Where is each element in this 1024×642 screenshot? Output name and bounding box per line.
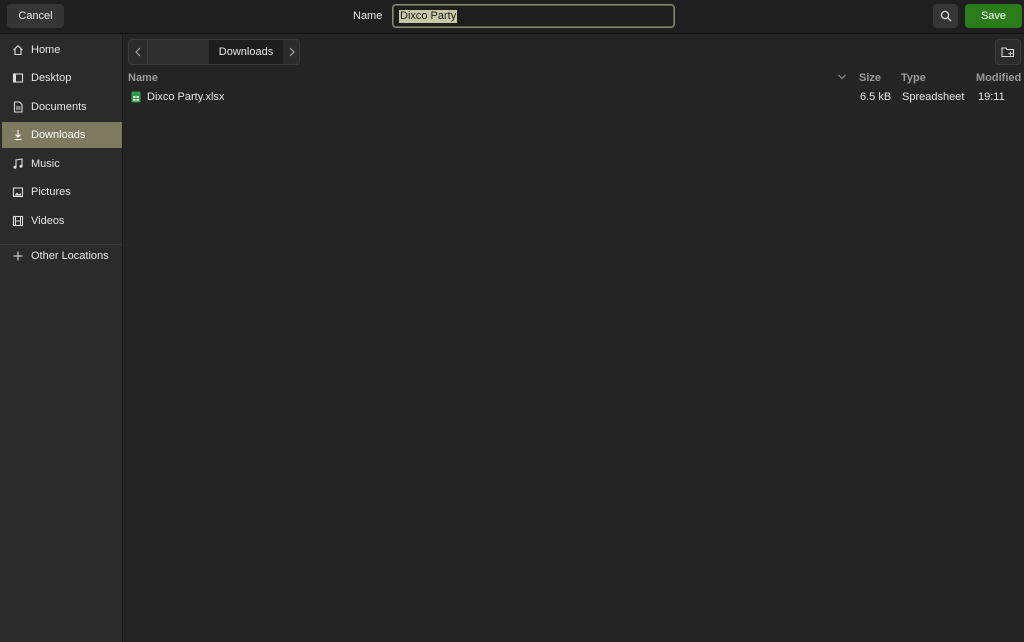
search-button[interactable] [933, 4, 958, 28]
file-size: 6.5 kB [860, 91, 892, 103]
sidebar-item-label: Desktop [31, 72, 72, 84]
sidebar-item-downloads[interactable]: Downloads [2, 122, 122, 148]
file-name: Dixco Party.xlsx [147, 91, 225, 103]
places-sidebar: Home Desktop Documents Downloads Music P… [0, 34, 123, 642]
pictures-icon [12, 186, 24, 198]
music-icon [12, 158, 24, 170]
file-row[interactable]: Dixco Party.xlsx 6.5 kB Spreadsheet 19:1… [123, 88, 1024, 106]
chevron-right-icon [289, 47, 295, 57]
sidebar-item-label: Music [31, 158, 60, 170]
sidebar-item-other-locations[interactable]: Other Locations [2, 243, 122, 269]
sort-chevron-down-icon[interactable] [837, 72, 847, 84]
chevron-left-icon [135, 47, 141, 57]
sidebar-item-documents[interactable]: Documents [2, 94, 122, 120]
sidebar-item-desktop[interactable]: Desktop [2, 65, 122, 91]
documents-icon [12, 101, 24, 113]
path-scroll-right-button[interactable] [284, 40, 299, 64]
cancel-button[interactable]: Cancel [7, 4, 64, 28]
sidebar-item-music[interactable]: Music [2, 151, 122, 177]
column-header-size[interactable]: Size [859, 72, 881, 84]
header-bar: Cancel Name Dixco Party Save [0, 0, 1024, 34]
sidebar-item-label: Pictures [31, 186, 71, 198]
downloads-icon [12, 129, 24, 141]
path-segment-current[interactable]: Downloads [209, 40, 283, 64]
desktop-icon [12, 72, 24, 84]
path-bar: Downloads [128, 39, 300, 65]
column-header-type[interactable]: Type [901, 72, 926, 84]
sidebar-item-label: Downloads [31, 129, 86, 141]
videos-icon [12, 215, 24, 227]
sidebar-item-home[interactable]: Home [2, 37, 122, 63]
file-modified: 19:11 [978, 91, 1005, 103]
filename-value: Dixco Party [399, 10, 458, 23]
sidebar-item-label: Home [31, 44, 61, 56]
column-header-name[interactable]: Name [128, 72, 158, 84]
spreadsheet-icon [131, 91, 141, 106]
name-label: Name [353, 10, 383, 22]
sidebar-item-label: Other Locations [31, 250, 109, 262]
sidebar-item-label: Documents [31, 101, 87, 113]
file-type: Spreadsheet [902, 91, 965, 103]
home-icon [12, 44, 24, 56]
search-icon [940, 10, 951, 22]
column-header-modified[interactable]: Modified [976, 72, 1021, 84]
new-folder-button[interactable] [995, 39, 1021, 65]
path-segment-parent[interactable] [148, 40, 208, 64]
sidebar-item-videos[interactable]: Videos [2, 208, 122, 234]
new-folder-icon [1001, 47, 1015, 58]
save-button[interactable]: Save [965, 4, 1022, 28]
path-scroll-left-button[interactable] [129, 40, 148, 64]
plus-icon [12, 250, 24, 262]
file-browser: Downloads Name Size Type Modified Dixco … [123, 34, 1024, 642]
sidebar-item-label: Videos [31, 215, 65, 227]
column-header-row: Name Size Type Modified [123, 70, 1024, 86]
sidebar-item-pictures[interactable]: Pictures [2, 179, 122, 205]
filename-input[interactable]: Dixco Party [392, 4, 675, 28]
